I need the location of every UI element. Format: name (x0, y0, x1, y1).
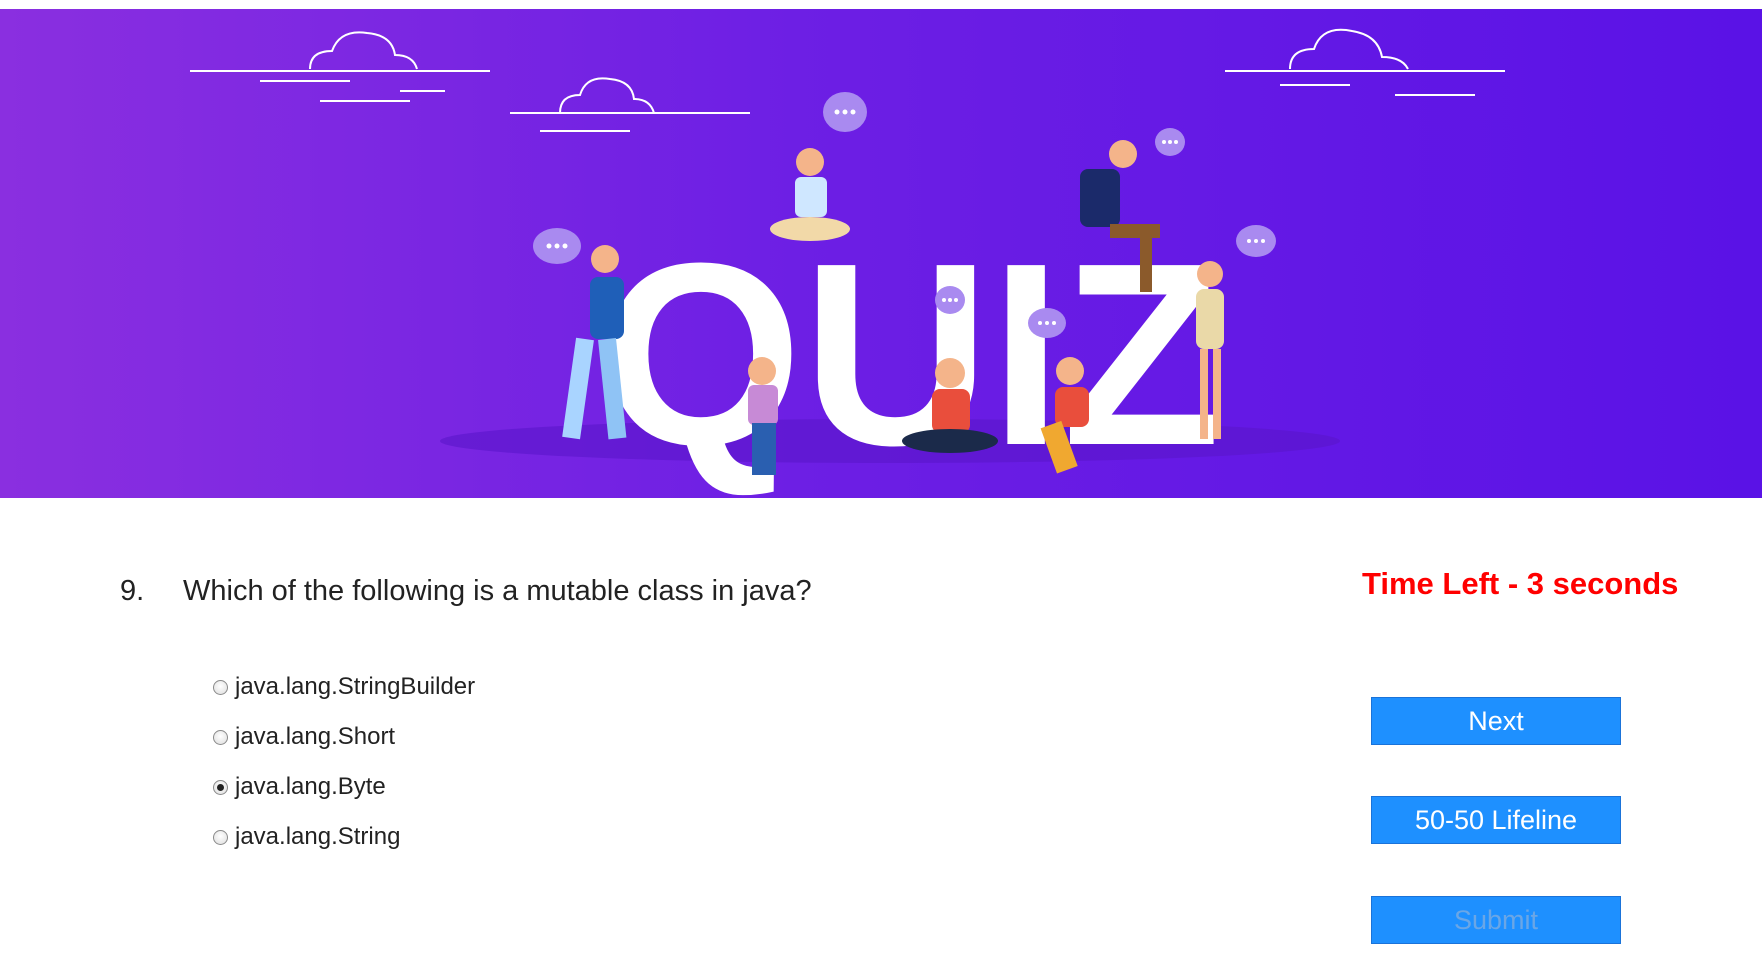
option-label: java.lang.StringBuilder (235, 673, 476, 700)
question-text: Which of the following is a mutable clas… (183, 575, 812, 607)
radio-button[interactable] (213, 779, 228, 795)
option-short[interactable]: java.lang.Short (213, 712, 475, 762)
quiz-banner: QUIZ (0, 9, 1762, 498)
option-label: java.lang.Byte (235, 773, 386, 800)
time-left-label: Time Left - 3 seconds (1362, 566, 1679, 601)
option-label: java.lang.String (235, 823, 401, 850)
option-string[interactable]: java.lang.String (213, 812, 475, 862)
question-number: 9. (120, 575, 145, 607)
radio-button[interactable] (213, 679, 228, 695)
option-stringbuilder[interactable]: java.lang.StringBuilder (213, 662, 475, 712)
quiz-illustration: QUIZ (190, 28, 1505, 498)
answer-options: java.lang.StringBuilder java.lang.Short … (213, 662, 475, 862)
lifeline-button[interactable]: 50-50 Lifeline (1371, 796, 1621, 844)
option-label: java.lang.Short (235, 723, 396, 750)
svg-text:QUIZ: QUIZ (600, 210, 1221, 498)
option-byte[interactable]: java.lang.Byte (213, 762, 475, 812)
submit-button[interactable]: Submit (1371, 896, 1621, 944)
radio-button[interactable] (213, 829, 228, 845)
quiz-letters: QUIZ (600, 210, 1221, 498)
radio-button[interactable] (213, 729, 228, 745)
next-button[interactable]: Next (1371, 697, 1621, 745)
